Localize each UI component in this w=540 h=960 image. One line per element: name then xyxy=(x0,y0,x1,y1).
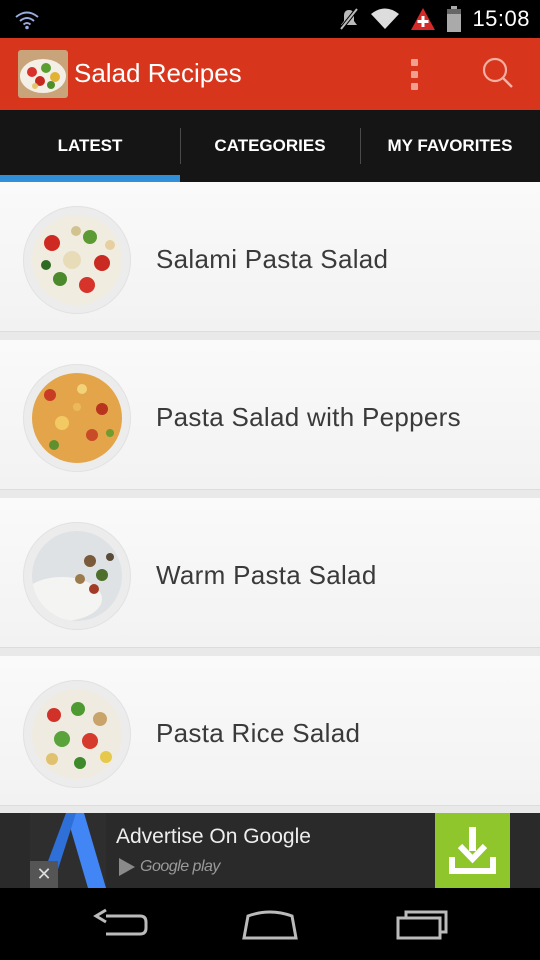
tab-latest[interactable]: LATEST xyxy=(0,110,180,182)
wifi-icon xyxy=(371,8,400,29)
app-bar: Salad Recipes xyxy=(0,38,540,110)
wifi-activity-icon xyxy=(15,11,39,30)
tab-bar: LATEST CATEGORIES MY FAVORITES xyxy=(0,110,540,182)
search-icon[interactable] xyxy=(478,54,518,94)
recipe-title: Pasta Salad with Peppers xyxy=(156,402,461,432)
recents-icon[interactable] xyxy=(392,906,452,942)
ad-store: Google play xyxy=(118,855,220,879)
recipe-thumbnail xyxy=(23,522,131,630)
recipe-title: Salami Pasta Salad xyxy=(156,244,389,274)
back-icon[interactable] xyxy=(90,906,150,942)
overflow-menu-icon[interactable] xyxy=(402,52,426,96)
list-item[interactable]: Warm Pasta Salad xyxy=(0,498,540,648)
list-item[interactable]: Salami Pasta Salad xyxy=(0,182,540,332)
ad-store-label: Google play xyxy=(140,858,220,875)
recipe-title: Pasta Rice Salad xyxy=(156,718,361,748)
mute-icon xyxy=(339,7,359,31)
ad-title: Advertise On Google xyxy=(116,825,311,848)
home-icon[interactable] xyxy=(240,906,300,942)
app-logo xyxy=(18,50,68,98)
alert-icon xyxy=(411,8,436,30)
navigation-bar xyxy=(0,888,540,960)
recipe-title: Warm Pasta Salad xyxy=(156,560,377,590)
clock: 15:08 xyxy=(472,6,530,31)
status-bar: 15:08 xyxy=(0,0,540,38)
ad-banner[interactable]: ✕ Advertise On Google Google play xyxy=(0,813,540,888)
close-icon[interactable]: ✕ xyxy=(30,861,58,888)
recipe-thumbnail xyxy=(23,364,131,472)
list-item[interactable]: Pasta Rice Salad xyxy=(0,656,540,806)
app-title: Salad Recipes xyxy=(74,58,242,88)
download-button[interactable] xyxy=(435,813,510,888)
tab-categories[interactable]: CATEGORIES xyxy=(180,110,360,182)
download-icon xyxy=(449,827,496,874)
battery-icon xyxy=(447,6,462,32)
tab-my-favorites[interactable]: MY FAVORITES xyxy=(360,110,540,182)
list-item[interactable]: Pasta Salad with Peppers xyxy=(0,340,540,490)
recipe-list: Salami Pasta Salad Pasta Salad with Pepp… xyxy=(0,182,540,813)
recipe-thumbnail xyxy=(23,206,131,314)
play-store-icon xyxy=(119,858,135,876)
recipe-thumbnail xyxy=(23,680,131,788)
